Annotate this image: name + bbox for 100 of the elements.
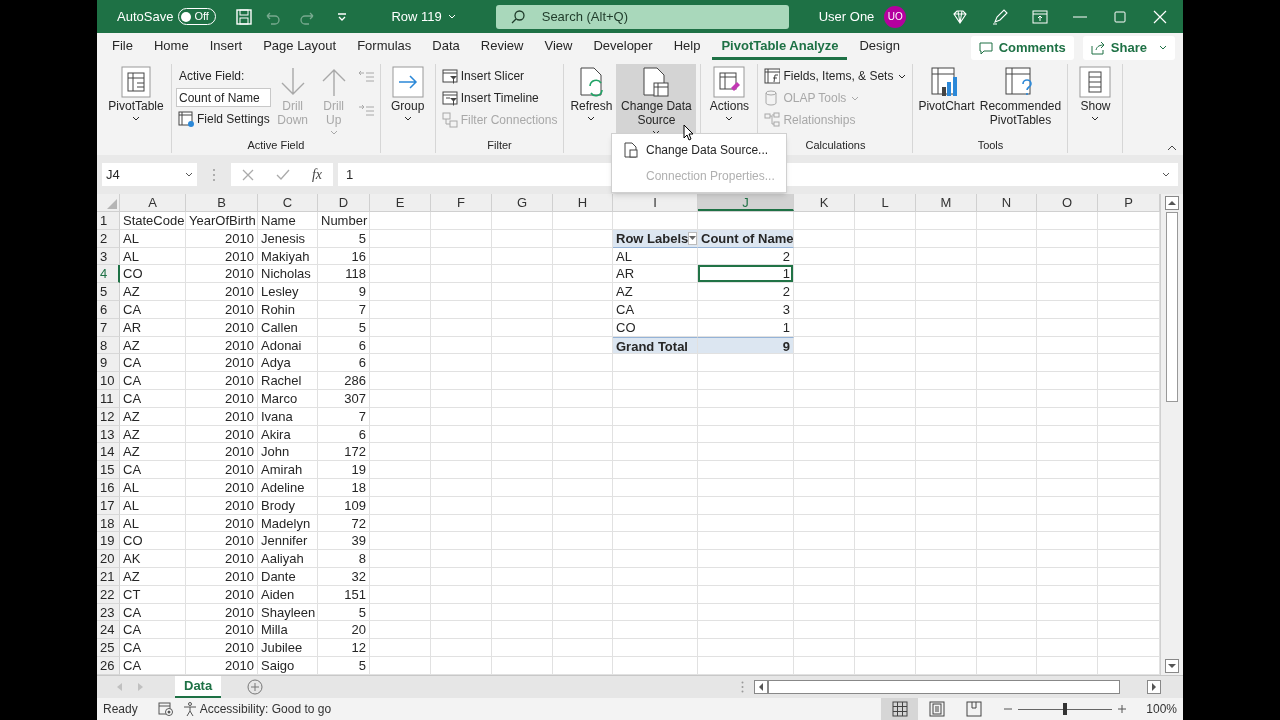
table-cell: 6	[318, 425, 370, 444]
pivot-cell: 3	[698, 301, 794, 319]
table-cell: YearOfBirth	[186, 212, 258, 230]
pivot-cell: CA	[613, 301, 698, 319]
table-cell: Lesley	[258, 283, 318, 301]
group-label: Tools	[977, 139, 1004, 151]
group-label: Calculations	[805, 139, 866, 151]
table-cell: 2010	[186, 585, 258, 604]
table-cell: AZ	[120, 283, 186, 301]
table-cell: CA	[120, 301, 186, 319]
table-cell: CA	[120, 621, 186, 640]
table-cell: Amirah	[258, 461, 318, 479]
table-cell: 2010	[186, 336, 258, 355]
table-cell: Nicholas	[258, 265, 318, 284]
pivot-cell: 2	[698, 283, 794, 301]
pivot-cell: AR	[613, 265, 698, 284]
table-cell: 39	[318, 532, 370, 551]
table-cell: 9	[318, 283, 370, 301]
table-cell: 72	[318, 514, 370, 533]
table-cell: AL	[120, 247, 186, 266]
table-cell: Rachel	[258, 372, 318, 390]
table-cell: 172	[318, 443, 370, 462]
table-cell: Adeline	[258, 478, 318, 497]
table-cell: 2010	[186, 461, 258, 479]
table-cell: 2010	[186, 407, 258, 426]
table-cell: AL	[120, 229, 186, 248]
table-cell: Jennifer	[258, 532, 318, 551]
table-cell: 2010	[186, 389, 258, 408]
table-cell: 12	[318, 639, 370, 657]
table-cell: AL	[120, 496, 186, 515]
table-cell: CA	[120, 639, 186, 657]
table-cell: Adonai	[258, 336, 318, 355]
table-cell: 2010	[186, 550, 258, 568]
table-cell: 8	[318, 550, 370, 568]
table-cell: 7	[318, 301, 370, 319]
table-cell: Aaliyah	[258, 550, 318, 568]
table-cell: Number	[318, 212, 370, 230]
table-cell: CA	[120, 372, 186, 390]
table-cell: 2010	[186, 478, 258, 497]
table-cell: AZ	[120, 336, 186, 355]
table-cell: 2010	[186, 318, 258, 337]
autosave-label: AutoSave	[117, 7, 174, 26]
table-cell: CA	[120, 656, 186, 675]
table-cell: 2010	[186, 229, 258, 248]
table-cell: Makiyah	[258, 247, 318, 266]
table-cell: 2010	[186, 567, 258, 586]
table-cell: Shayleen	[258, 603, 318, 622]
table-cell: Madelyn	[258, 514, 318, 533]
table-cell: Ivana	[258, 407, 318, 426]
table-cell: 2010	[186, 425, 258, 444]
table-cell: 118	[318, 265, 370, 284]
table-cell: Milla	[258, 621, 318, 640]
table-cell: AZ	[120, 443, 186, 462]
table-cell: 2010	[186, 247, 258, 266]
table-cell: 19	[318, 461, 370, 479]
table-cell: CA	[120, 354, 186, 373]
table-cell: Brody	[258, 496, 318, 515]
table-cell: Jubilee	[258, 639, 318, 657]
table-cell: 32	[318, 567, 370, 586]
table-cell: 2010	[186, 639, 258, 657]
table-cell: AZ	[120, 425, 186, 444]
table-cell: AL	[120, 478, 186, 497]
pivot-cell: 1	[698, 318, 794, 337]
table-cell: John	[258, 443, 318, 462]
table-cell: 2010	[186, 603, 258, 622]
table-cell: CA	[120, 389, 186, 408]
table-cell: 109	[318, 496, 370, 515]
table-cell: 7	[318, 407, 370, 426]
table-cell: 5	[318, 318, 370, 337]
user-name: User One	[818, 7, 875, 26]
table-cell: Adya	[258, 354, 318, 373]
table-cell: 307	[318, 389, 370, 408]
table-cell: CO	[120, 532, 186, 551]
table-cell: 2010	[186, 532, 258, 551]
pivot-cell: AZ	[613, 283, 698, 301]
column-label: Row Labels	[616, 229, 689, 247]
table-cell: 6	[318, 336, 370, 355]
table-cell: 6	[318, 354, 370, 373]
table-cell: Jenesis	[258, 229, 318, 248]
table-cell: 2010	[186, 496, 258, 515]
table-cell: 5	[318, 603, 370, 622]
table-cell: 18	[318, 478, 370, 497]
table-cell: 2010	[186, 372, 258, 390]
group-label: Filter	[487, 139, 512, 151]
table-cell: CA	[120, 603, 186, 622]
table-cell: 5	[318, 229, 370, 248]
table-cell: Dante	[258, 567, 318, 586]
table-cell: Rohin	[258, 301, 318, 319]
table-cell: 2010	[186, 283, 258, 301]
table-cell: 20	[318, 621, 370, 640]
status-mode: Ready	[103, 701, 138, 718]
table-cell: CO	[120, 265, 186, 284]
table-cell: Akira	[258, 425, 318, 444]
table-cell: 2010	[186, 621, 258, 640]
table-cell: 16	[318, 247, 370, 266]
table-cell: StateCode	[120, 212, 186, 230]
table-cell: Marco	[258, 389, 318, 408]
table-cell: AZ	[120, 407, 186, 426]
table-cell: AL	[120, 514, 186, 533]
table-cell: 2010	[186, 514, 258, 533]
